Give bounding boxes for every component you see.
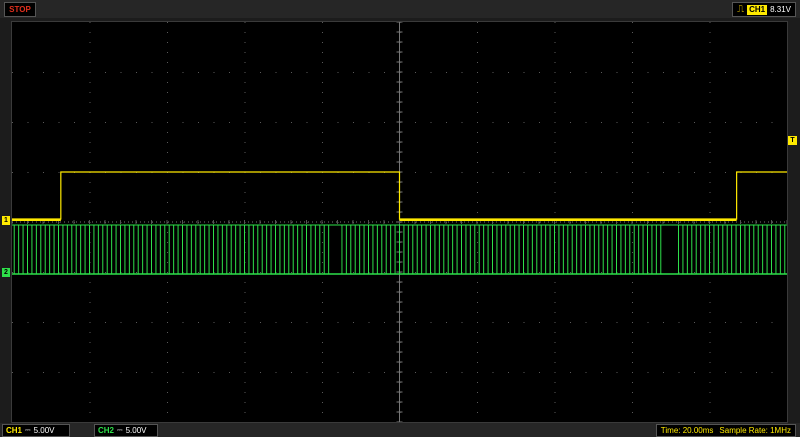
ch1-scale-box[interactable]: CH1 ⎓ 5.00V [2, 424, 70, 437]
scope-display[interactable] [11, 21, 788, 423]
trigger-channel: CH1 [747, 4, 768, 15]
bottom-status-bar: CH1 ⎓ 5.00V CH2 ⎓ 5.00V Time: 20.00ms Sa… [0, 423, 800, 437]
ch2-scale-box[interactable]: CH2 ⎓ 5.00V [94, 424, 158, 437]
top-status-bar: STOP ⎍ CH1 8.31V [0, 0, 800, 18]
trigger-level: 8.31V [770, 5, 791, 14]
ch2-trace [13, 225, 786, 274]
timebase: Time: 20.00ms [660, 426, 714, 435]
ch2-coupling-icon: ⎓ [117, 427, 123, 434]
ch1-label: CH1 [6, 426, 23, 435]
rising-edge-icon: ⎍ [737, 3, 745, 15]
ch1-ground-marker[interactable]: 1 [2, 216, 10, 225]
ch1-scale: 5.00V [33, 426, 55, 435]
trigger-level-marker[interactable]: T [788, 136, 797, 145]
ch1-trace [12, 171, 787, 220]
ch2-ground-marker[interactable]: 2 [2, 268, 10, 277]
waveform-canvas [12, 22, 787, 422]
run-status-indicator[interactable]: STOP [4, 2, 36, 17]
sample-rate: Sample Rate: 1MHz [719, 426, 791, 435]
ch1-coupling-icon: ⎓ [25, 427, 31, 434]
trigger-info[interactable]: ⎍ CH1 8.31V [732, 2, 796, 17]
ch2-scale: 5.00V [125, 426, 147, 435]
ch2-label: CH2 [98, 426, 115, 435]
acquisition-info: Time: 20.00ms Sample Rate: 1MHz [655, 424, 796, 437]
